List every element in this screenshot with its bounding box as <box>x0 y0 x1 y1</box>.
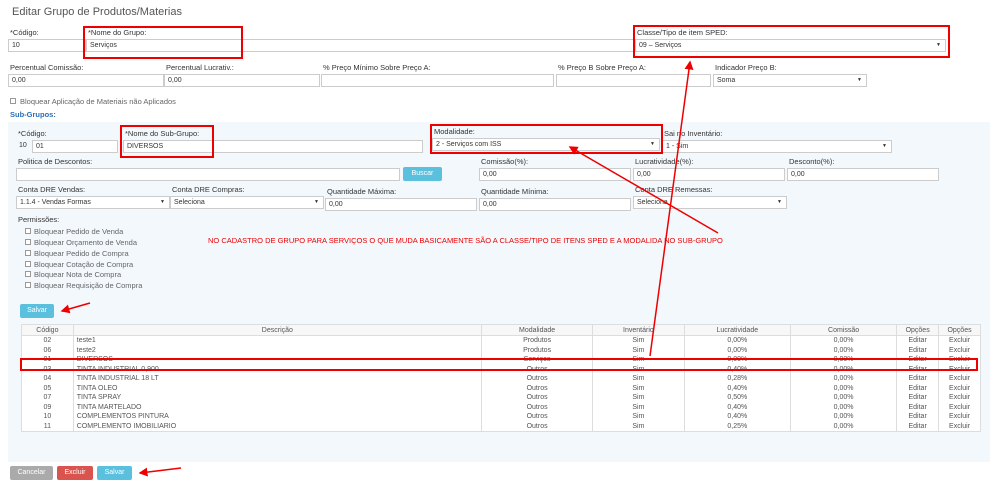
arrow-to-sub-salvar <box>60 302 91 314</box>
annotation-arrows <box>60 60 719 477</box>
arrow-to-classe-sped <box>649 60 694 357</box>
arrow-to-modalidade <box>568 146 719 234</box>
arrow-to-salvar <box>138 467 182 477</box>
